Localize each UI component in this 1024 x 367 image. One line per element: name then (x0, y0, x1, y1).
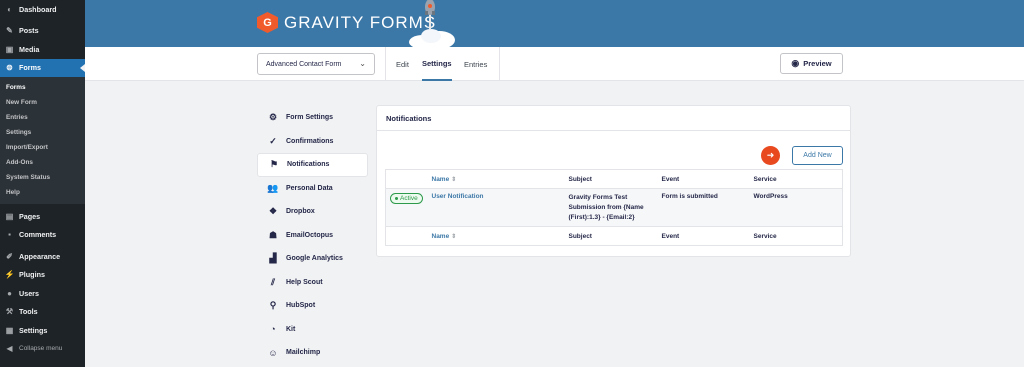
nav-form-settings[interactable]: ⚙ Form Settings (257, 106, 368, 130)
table-row: Active User Notification Gravity Forms T… (385, 188, 843, 227)
nav-mailchimp[interactable]: ☺ Mailchimp (257, 341, 368, 365)
form-switcher-dropdown[interactable]: Advanced Contact Form ⌄ (257, 53, 375, 75)
menu-forms[interactable]: ⊜ Forms (0, 58, 85, 77)
collapse-menu-button[interactable]: ◀ Collapse menu (0, 340, 85, 359)
menu-tools[interactable]: ⚒ Tools (0, 303, 85, 322)
forms-submenu: Forms New Form Entries Settings Import/E… (0, 77, 85, 204)
analytics-icon: ▟ (269, 253, 277, 264)
wrench-icon: ⚒ (5, 307, 14, 317)
nav-personal-data[interactable]: 👥 Personal Data (257, 177, 368, 201)
notification-subject: Gravity Forms Test Submission from {Name… (568, 194, 644, 221)
tab-settings[interactable]: Settings (422, 47, 452, 81)
nav-help-scout[interactable]: ⫽ Help Scout (257, 271, 368, 295)
column-subject-header: Subject (568, 169, 662, 189)
nav-hubspot[interactable]: ⚲ HubSpot (257, 294, 368, 318)
kit-icon: ◔ (270, 324, 276, 335)
sort-icon: ⇕ (451, 176, 457, 183)
column-event-header: Event (661, 169, 754, 189)
gear-icon: ⚙ (268, 112, 278, 123)
menu-dashboard[interactable]: ◐ Dashboard (0, 0, 85, 19)
nav-google-analytics[interactable]: ▟ Google Analytics (257, 247, 368, 271)
dashboard-icon: ◐ (7, 4, 12, 14)
user-icon: ● (7, 288, 12, 298)
rocket-icon (409, 0, 455, 47)
submenu-add-ons[interactable]: Add-Ons (0, 155, 85, 170)
column-event-footer: Event (661, 226, 754, 246)
flag-icon: ⚑ (269, 159, 279, 170)
menu-media[interactable]: ▣ Media (0, 40, 85, 59)
notifications-panel: Notifications ➜ Add New Name ⇕ Subject Ev… (376, 105, 851, 257)
submenu-settings[interactable]: Settings (0, 125, 85, 140)
forms-icon: ⊜ (6, 63, 13, 73)
table-header-row: Name ⇕ Subject Event Service (385, 169, 843, 189)
form-switcher-value: Advanced Contact Form (266, 60, 342, 68)
column-name-header[interactable]: Name ⇕ (431, 169, 569, 189)
column-service-footer: Service (753, 226, 843, 246)
nav-emailoctopus[interactable]: ☗ EmailOctopus (257, 224, 368, 248)
menu-posts[interactable]: ✎ Posts (0, 22, 85, 41)
dropbox-icon: ❖ (268, 206, 278, 217)
media-icon: ▣ (5, 44, 14, 54)
pages-icon: ▤ (5, 211, 14, 221)
panel-title: Notifications (377, 106, 850, 131)
comment-icon: ▪ (8, 230, 11, 240)
submenu-forms[interactable]: Forms (0, 80, 85, 95)
gravity-forms-logo-mark: G (257, 12, 278, 33)
collapse-icon: ◀ (6, 344, 13, 354)
menu-users[interactable]: ● Users (0, 284, 85, 303)
column-subject-footer: Subject (568, 226, 662, 246)
arrow-right-icon: ➜ (761, 146, 780, 165)
column-name-footer[interactable]: Name ⇕ (431, 226, 569, 246)
chevron-down-icon: ⌄ (359, 59, 366, 68)
mailchimp-icon: ☺ (268, 347, 278, 358)
nav-dropbox[interactable]: ❖ Dropbox (257, 200, 368, 224)
preview-button[interactable]: ◉ Preview (780, 53, 843, 74)
submenu-entries[interactable]: Entries (0, 110, 85, 125)
submenu-new-form[interactable]: New Form (0, 95, 85, 110)
submenu-help[interactable]: Help (0, 185, 85, 200)
notification-service: WordPress (753, 193, 788, 200)
nav-notifications[interactable]: ⚑ Notifications (257, 153, 368, 177)
plug-icon: ⚡ (4, 270, 15, 280)
eye-icon: ◉ (791, 58, 800, 68)
notification-name-link[interactable]: User Notification (432, 189, 569, 227)
tab-edit[interactable]: Edit (396, 47, 409, 81)
people-icon: 👥 (267, 182, 279, 193)
settings-icon: ▦ (5, 325, 14, 335)
menu-settings[interactable]: ▦ Settings (0, 321, 85, 340)
pin-icon: ✎ (6, 26, 13, 36)
status-toggle[interactable]: Active (390, 193, 423, 204)
column-service-header: Service (753, 169, 843, 189)
add-new-button[interactable]: Add New (792, 146, 843, 165)
toolbar-divider (385, 47, 386, 81)
toolbar-divider (499, 47, 500, 81)
settings-nav: ⚙ Form Settings ✓ Confirmations ⚑ Notificat… (257, 106, 368, 365)
nav-confirmations[interactable]: ✓ Confirmations (257, 130, 368, 154)
octopus-icon: ☗ (268, 229, 278, 240)
menu-pages[interactable]: ▤ Pages (0, 207, 85, 226)
check-circle-icon: ✓ (269, 135, 277, 146)
tab-entries[interactable]: Entries (464, 47, 487, 81)
hubspot-icon: ⚲ (269, 300, 277, 311)
status-dot-icon (395, 197, 398, 200)
submenu-import-export[interactable]: Import/Export (0, 140, 85, 155)
notifications-table: Name ⇕ Subject Event Service Active User … (385, 169, 843, 246)
nav-kit[interactable]: ◔ Kit (257, 318, 368, 342)
gf-header: G GRAVITY FORMS (85, 0, 1024, 47)
menu-plugins[interactable]: ⚡ Plugins (0, 266, 85, 285)
admin-sidebar: ◐ Dashboard ✎ Posts ▣ Media ⊜ Forms Forms Ne… (0, 0, 85, 367)
form-toolbar: Advanced Contact Form ⌄ Edit Settings En… (85, 47, 1024, 81)
table-footer-row: Name ⇕ Subject Event Service (385, 226, 843, 246)
menu-appearance[interactable]: ✐ Appearance (0, 247, 85, 266)
brush-icon: ✐ (6, 251, 13, 261)
notification-event: Form is submitted (661, 193, 718, 200)
submenu-system-status[interactable]: System Status (0, 170, 85, 185)
sort-icon: ⇕ (451, 233, 457, 240)
menu-comments[interactable]: ▪ Comments (0, 226, 85, 245)
helpscout-icon: ⫽ (270, 276, 275, 287)
